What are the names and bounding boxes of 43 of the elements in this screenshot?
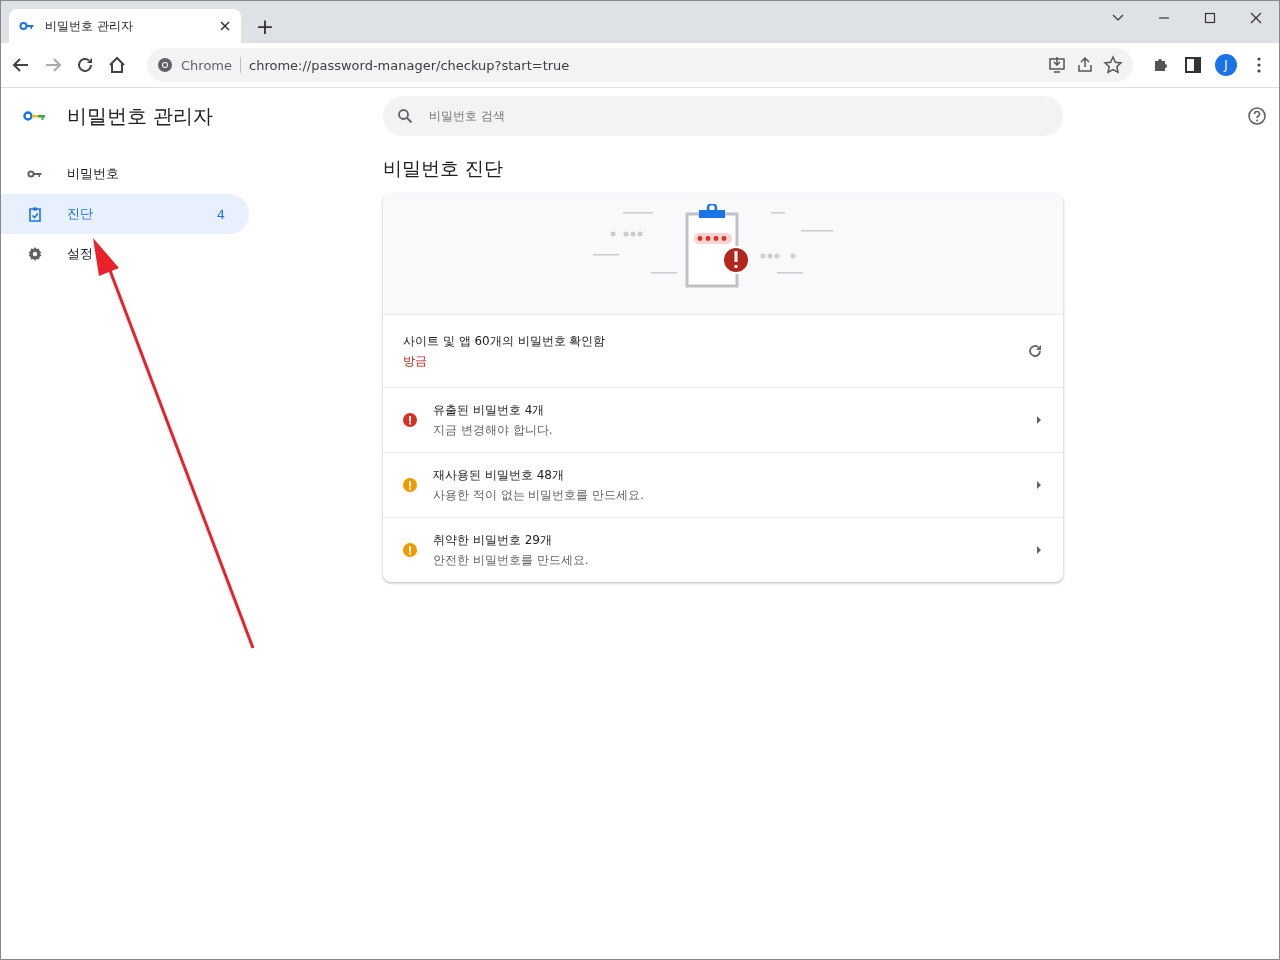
issue-subtitle: 안전한 비밀번호를 만드세요.: [433, 552, 590, 569]
address-bar[interactable]: Chrome chrome://password-manager/checkup?start=true: [147, 48, 1133, 82]
side-panel-icon[interactable]: [1183, 55, 1203, 75]
sidebar-item[interactable]: 설정: [1, 234, 249, 274]
search-field[interactable]: 비밀번호 검색: [383, 96, 1063, 136]
browser-tab[interactable]: 비밀번호 관리자: [9, 9, 241, 43]
reload-icon[interactable]: [75, 55, 95, 75]
caret-icon: [1035, 480, 1043, 490]
issue-row[interactable]: 유출된 비밀번호 4개 지금 변경해야 합니다.: [383, 388, 1063, 453]
summary-time: 방금: [403, 353, 428, 370]
issue-title: 취약한 비밀번호 29개: [433, 532, 553, 549]
search-icon: [397, 108, 413, 124]
issue-row[interactable]: 재사용된 비밀번호 48개 사용한 적이 없는 비밀번호를 만드세요.: [383, 453, 1063, 518]
refresh-icon[interactable]: [1027, 343, 1043, 359]
page-heading: 비밀번호 진단: [383, 156, 505, 181]
new-tab-button[interactable]: +: [247, 9, 283, 43]
caret-icon: [1035, 545, 1043, 555]
issue-title: 재사용된 비밀번호 48개: [433, 467, 565, 484]
chrome-logo-icon: [157, 57, 173, 73]
sidebar-item[interactable]: 진단 4: [1, 194, 249, 234]
issue-subtitle: 지금 변경해야 합니다.: [433, 422, 554, 439]
close-icon[interactable]: [219, 20, 231, 32]
close-icon[interactable]: [1249, 11, 1263, 25]
sidebar-item[interactable]: 비밀번호: [1, 154, 249, 194]
issue-title: 유출된 비밀번호 4개: [433, 402, 546, 419]
caret-icon: [1035, 415, 1043, 425]
home-icon[interactable]: [107, 55, 127, 75]
clipboard-check-icon: [27, 206, 43, 222]
count-label: 4: [216, 206, 225, 222]
issue-subtitle: 사용한 적이 없는 비밀번호를 만드세요.: [433, 487, 646, 504]
help-icon[interactable]: [1247, 106, 1267, 126]
issue-row[interactable]: 취약한 비밀번호 29개 안전한 비밀번호를 만드세요.: [383, 518, 1063, 582]
install-icon[interactable]: [1047, 55, 1067, 75]
site-label: Chrome: [181, 57, 232, 73]
key-logo-icon: [23, 110, 47, 122]
star-icon[interactable]: [1103, 55, 1123, 75]
summary-title: 사이트 및 앱 60개의 비밀번호 확인함: [403, 333, 607, 350]
settings-icon: [27, 246, 43, 262]
url-text: chrome://password-manager/checkup?start=true: [249, 57, 570, 73]
share-icon[interactable]: [1075, 55, 1095, 75]
profile-avatar[interactable]: J: [1215, 54, 1237, 76]
app-title: 비밀번호 관리자: [67, 102, 214, 130]
maximize-icon[interactable]: [1203, 11, 1217, 25]
